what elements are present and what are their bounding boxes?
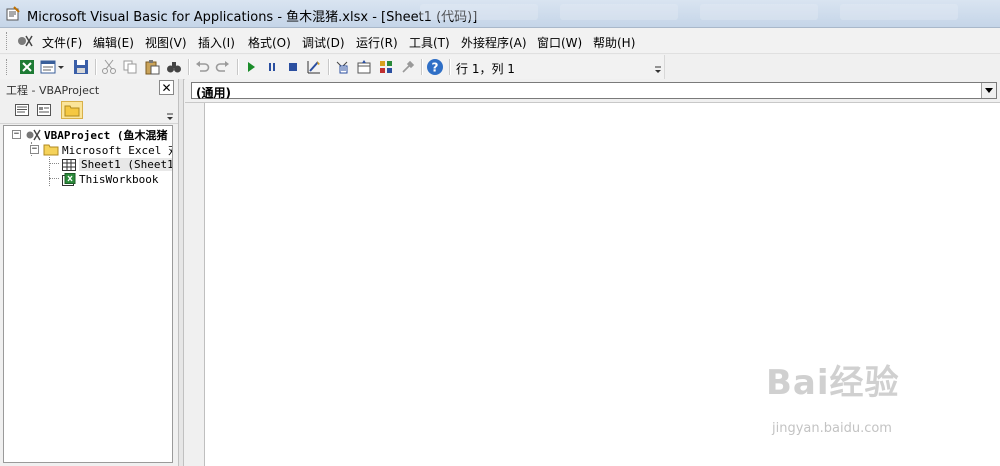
project-panel-header: 工程 - VBAProject ✕	[0, 79, 178, 98]
panel-splitter[interactable]	[178, 79, 184, 466]
menu-debug[interactable]: 调试(D)	[302, 34, 345, 51]
paste-icon[interactable]	[143, 58, 161, 76]
toolbar-separator	[421, 59, 423, 75]
find-icon[interactable]	[165, 58, 183, 76]
toolbar-separator	[449, 59, 451, 75]
background-tab	[420, 4, 538, 20]
background-taskbar-tabs	[420, 4, 996, 24]
menu-run[interactable]: 运行(R)	[356, 34, 398, 51]
collapse-icon[interactable]: −	[12, 130, 21, 139]
toggle-folders-icon[interactable]	[61, 101, 83, 119]
view-code-icon[interactable]	[13, 101, 31, 119]
menu-tools[interactable]: 工具(T)	[409, 34, 450, 51]
code-editor[interactable]	[205, 103, 1000, 466]
vba-app-icon	[6, 6, 20, 21]
menu-edit[interactable]: 编辑(E)	[93, 34, 134, 51]
undo-icon[interactable]	[193, 58, 211, 76]
project-explorer-panel: 工程 - VBAProject ✕ − VBAProject (鱼木混猪 − M…	[0, 79, 178, 466]
tree-label: Microsoft Excel 对象	[62, 143, 172, 157]
chevron-down-icon[interactable]	[981, 83, 996, 98]
toolbox-icon[interactable]	[399, 58, 417, 76]
run-icon[interactable]	[242, 58, 260, 76]
menubar-grip[interactable]	[6, 32, 10, 50]
copy-icon[interactable]	[121, 58, 139, 76]
redo-icon[interactable]	[214, 58, 232, 76]
project-panel-title: 工程 - VBAProject	[6, 84, 100, 97]
excel-icon[interactable]	[18, 58, 36, 76]
toolbar-grip[interactable]	[6, 59, 10, 75]
background-tab	[700, 4, 818, 20]
code-window-header: (通用)	[185, 79, 1000, 103]
tree-label: VBAProject (鱼木混猪	[44, 128, 168, 142]
toolbar-separator	[188, 59, 190, 75]
break-icon[interactable]	[263, 58, 281, 76]
collapse-icon[interactable]: −	[30, 145, 39, 154]
workbook-icon	[62, 173, 76, 186]
tree-node-vbaproject[interactable]: − VBAProject (鱼木混猪	[12, 127, 167, 142]
help-icon[interactable]: ?	[426, 58, 444, 76]
background-tab	[560, 4, 678, 20]
background-tab	[840, 4, 958, 20]
save-icon[interactable]	[72, 58, 90, 76]
project-explorer-icon[interactable]	[333, 58, 351, 76]
worksheet-icon	[62, 158, 76, 171]
window-title: Microsoft Visual Basic for Applications …	[27, 10, 478, 25]
folder-icon	[43, 144, 59, 156]
object-selector-value: (通用)	[196, 86, 231, 100]
project-icon	[26, 129, 41, 140]
project-tree: − VBAProject (鱼木混猪 − Microsoft Excel 对象 …	[3, 125, 173, 463]
code-margin[interactable]	[185, 103, 205, 466]
menu-insert[interactable]: 插入(I)	[198, 34, 235, 51]
tree-label: ThisWorkbook	[79, 173, 159, 186]
reset-icon[interactable]	[284, 58, 302, 76]
object-selector[interactable]: (通用)	[191, 82, 997, 100]
menu-file[interactable]: 文件(F)	[42, 34, 82, 51]
tree-node-sheet1[interactable]: Sheet1 (Sheet1)	[62, 157, 172, 172]
menu-view[interactable]: 视图(V)	[145, 34, 187, 51]
cut-icon[interactable]	[100, 58, 118, 76]
menu-window[interactable]: 窗口(W)	[537, 34, 582, 51]
menu-bar: 文件(F) 编辑(E) 视图(V) 插入(I) 格式(O) 调试(D) 运行(R…	[0, 28, 1000, 54]
project-panel-toolbar	[0, 98, 178, 124]
panel-toolbar-overflow-icon[interactable]	[166, 108, 174, 122]
properties-icon[interactable]	[355, 58, 373, 76]
close-icon[interactable]: ✕	[159, 80, 174, 95]
cursor-position: 行 1，列 1	[456, 62, 515, 76]
insert-module-icon[interactable]	[39, 58, 65, 76]
menu-format[interactable]: 格式(O)	[248, 34, 291, 51]
vba-icon[interactable]	[16, 33, 34, 49]
tree-label: Sheet1 (Sheet1)	[79, 158, 172, 171]
toolbar-separator	[237, 59, 239, 75]
design-mode-icon[interactable]	[305, 58, 323, 76]
view-object-icon[interactable]	[35, 101, 53, 119]
object-browser-icon[interactable]	[377, 58, 395, 76]
toolbar-separator	[95, 59, 97, 75]
tree-node-excel-objects[interactable]: − Microsoft Excel 对象	[30, 142, 172, 157]
toolbar-overflow-icon[interactable]	[654, 61, 662, 75]
tree-node-thisworkbook[interactable]: ThisWorkbook	[62, 172, 158, 187]
menu-add-ins[interactable]: 外接程序(A)	[461, 34, 527, 51]
menu-help[interactable]: 帮助(H)	[593, 34, 635, 51]
toolbar-separator	[328, 59, 330, 75]
standard-toolbar: ? 行 1，列 1	[0, 55, 665, 80]
svg-text:?: ?	[432, 61, 439, 75]
title-bar: Microsoft Visual Basic for Applications …	[0, 0, 1000, 28]
code-window: (通用)	[185, 79, 1000, 466]
